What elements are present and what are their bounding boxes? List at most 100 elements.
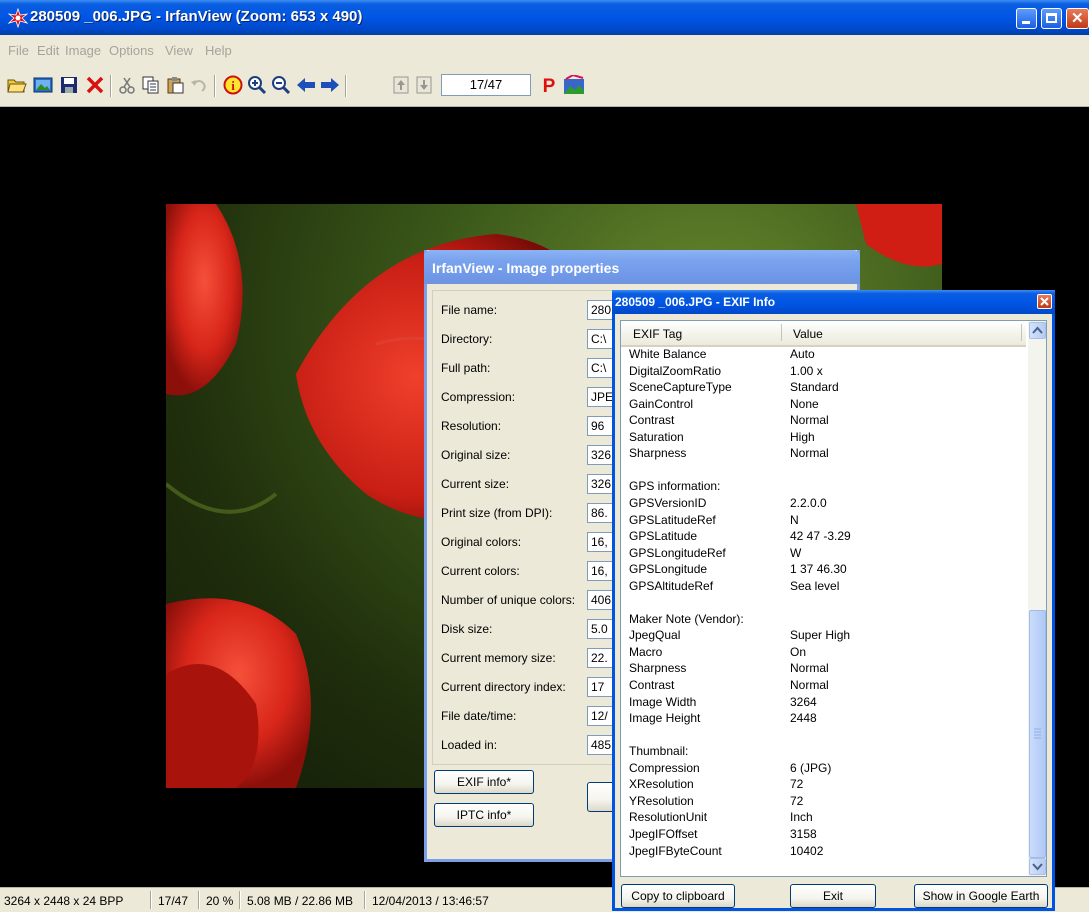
menu-view[interactable]: View [165, 43, 193, 58]
prop-label-original-colors: Original colors: [441, 535, 522, 549]
prop-label-original-size: Original size: [441, 448, 511, 462]
exif-title-bar[interactable]: 280509 _006.JPG - EXIF Info [612, 290, 1055, 314]
exif-row-tag: YResolution [629, 794, 694, 808]
zoom-in-icon[interactable] [246, 74, 268, 96]
last-file-icon[interactable] [413, 74, 435, 96]
prev-arrow-icon[interactable] [295, 74, 317, 96]
exif-row-value: 2.2.0.0 [790, 496, 827, 510]
menu-file[interactable]: File [8, 43, 29, 58]
exif-row-tag: White Balance [629, 347, 707, 361]
svg-text:P: P [543, 76, 556, 95]
exif-row-tag: Contrast [629, 413, 675, 427]
exif-row-tag: Thumbnail: [629, 744, 689, 758]
exif-row-tag: ResolutionUnit [629, 810, 708, 824]
exif-row-value: Inch [790, 810, 813, 824]
status-size: 5.08 MB / 22.86 MB [247, 894, 354, 908]
window-title: 280509 _006.JPG - IrfanView (Zoom: 653 x… [30, 8, 363, 25]
grip-icon [1034, 728, 1041, 739]
print-icon[interactable]: P [538, 74, 560, 96]
menu-edit[interactable]: Edit [37, 43, 59, 58]
exif-row-value: Standard [790, 380, 839, 394]
iptc-info-button[interactable]: IPTC info* [434, 803, 534, 827]
undo-icon[interactable] [188, 74, 210, 96]
prop-label-directory-index: Current directory index: [441, 680, 566, 694]
status-date: 12/04/2013 / 13:46:57 [372, 894, 489, 908]
menu-image[interactable]: Image [65, 43, 101, 58]
info-icon[interactable]: i [222, 74, 244, 96]
close-button[interactable]: ✕ [1066, 8, 1089, 29]
next-arrow-icon[interactable] [319, 74, 341, 96]
exif-row-tag: GPS information: [629, 479, 721, 493]
prop-label-disk-size: Disk size: [441, 622, 493, 636]
exif-close-button[interactable] [1037, 294, 1052, 309]
column-value[interactable]: Value [793, 327, 823, 341]
exit-button[interactable]: Exit [790, 884, 876, 908]
exif-row-value: None [790, 397, 819, 411]
exif-row-tag: Sharpness [629, 661, 687, 675]
save-icon[interactable] [58, 74, 80, 96]
paste-icon[interactable] [164, 74, 186, 96]
menu-help[interactable]: Help [205, 43, 232, 58]
delete-icon[interactable] [84, 74, 106, 96]
status-zoom: 20 % [206, 894, 234, 908]
first-file-icon[interactable] [390, 74, 412, 96]
irfanview-logo-icon [8, 8, 28, 28]
exif-row-tag: JpegQual [629, 628, 681, 642]
maximize-icon [1046, 13, 1057, 23]
exif-row-tag: GPSLatitude [629, 529, 698, 543]
scroll-down-button[interactable] [1029, 858, 1046, 875]
exif-row-value: 72 [790, 794, 804, 808]
exif-row-tag: Sharpness [629, 446, 687, 460]
chevron-up-icon [1032, 326, 1043, 334]
exif-row-tag: GainControl [629, 397, 694, 411]
slideshow-icon[interactable] [32, 74, 54, 96]
exif-row-value: 1.00 x [790, 364, 823, 378]
maximize-button[interactable] [1041, 8, 1062, 29]
status-separator [364, 891, 366, 909]
chevron-down-icon [1032, 863, 1043, 871]
exif-row-tag: XResolution [629, 777, 694, 791]
exif-list-header: EXIF Tag Value [621, 321, 1026, 347]
exif-info-button[interactable]: EXIF info* [434, 770, 534, 794]
paint-icon[interactable] [563, 74, 585, 96]
exif-row-value: Normal [790, 661, 829, 675]
properties-title: IrfanView - Image properties [432, 260, 620, 276]
exif-row-tag: Saturation [629, 430, 684, 444]
properties-title-bar[interactable]: IrfanView - Image properties [424, 250, 860, 284]
status-separator [198, 891, 200, 909]
prop-label-print-size: Print size (from DPI): [441, 506, 553, 520]
column-separator [1021, 324, 1022, 341]
prop-label-directory: Directory: [441, 332, 493, 346]
page-counter-field[interactable]: 17/47 [441, 74, 531, 96]
svg-text:i: i [231, 78, 235, 93]
prop-label-file-name: File name: [441, 303, 498, 317]
close-icon [1040, 297, 1049, 306]
cut-icon[interactable] [116, 74, 138, 96]
exif-row-value: 3158 [790, 827, 817, 841]
show-in-google-earth-button[interactable]: Show in Google Earth [914, 884, 1048, 908]
exif-row-value: Super High [790, 628, 851, 642]
scroll-up-button[interactable] [1029, 322, 1046, 339]
copy-icon[interactable] [140, 74, 162, 96]
prop-label-unique-colors: Number of unique colors: [441, 593, 576, 607]
scroll-thumb[interactable] [1029, 610, 1046, 858]
copy-to-clipboard-button[interactable]: Copy to clipboard [621, 884, 735, 908]
exif-row-tag: GPSVersionID [629, 496, 707, 510]
exif-row-value: 72 [790, 777, 804, 791]
column-exif-tag[interactable]: EXIF Tag [633, 327, 682, 341]
open-icon[interactable] [6, 74, 28, 96]
zoom-out-icon[interactable] [270, 74, 292, 96]
exif-row-value: Auto [790, 347, 815, 361]
status-separator [239, 891, 241, 909]
menu-bar: File Edit Image Options View Help [0, 35, 1089, 66]
exif-row-value: N [790, 513, 799, 527]
menu-options[interactable]: Options [109, 43, 154, 58]
toolbar: i 17/47 P [0, 66, 1089, 107]
main-title-bar[interactable]: 280509 _006.JPG - IrfanView (Zoom: 653 x… [0, 0, 1089, 35]
prop-label-memory-size: Current memory size: [441, 651, 556, 665]
prop-label-full-path: Full path: [441, 361, 491, 375]
exif-row-value: Normal [790, 413, 829, 427]
column-separator [781, 324, 782, 341]
minimize-button[interactable] [1016, 8, 1037, 29]
exif-row-value: On [790, 645, 807, 659]
